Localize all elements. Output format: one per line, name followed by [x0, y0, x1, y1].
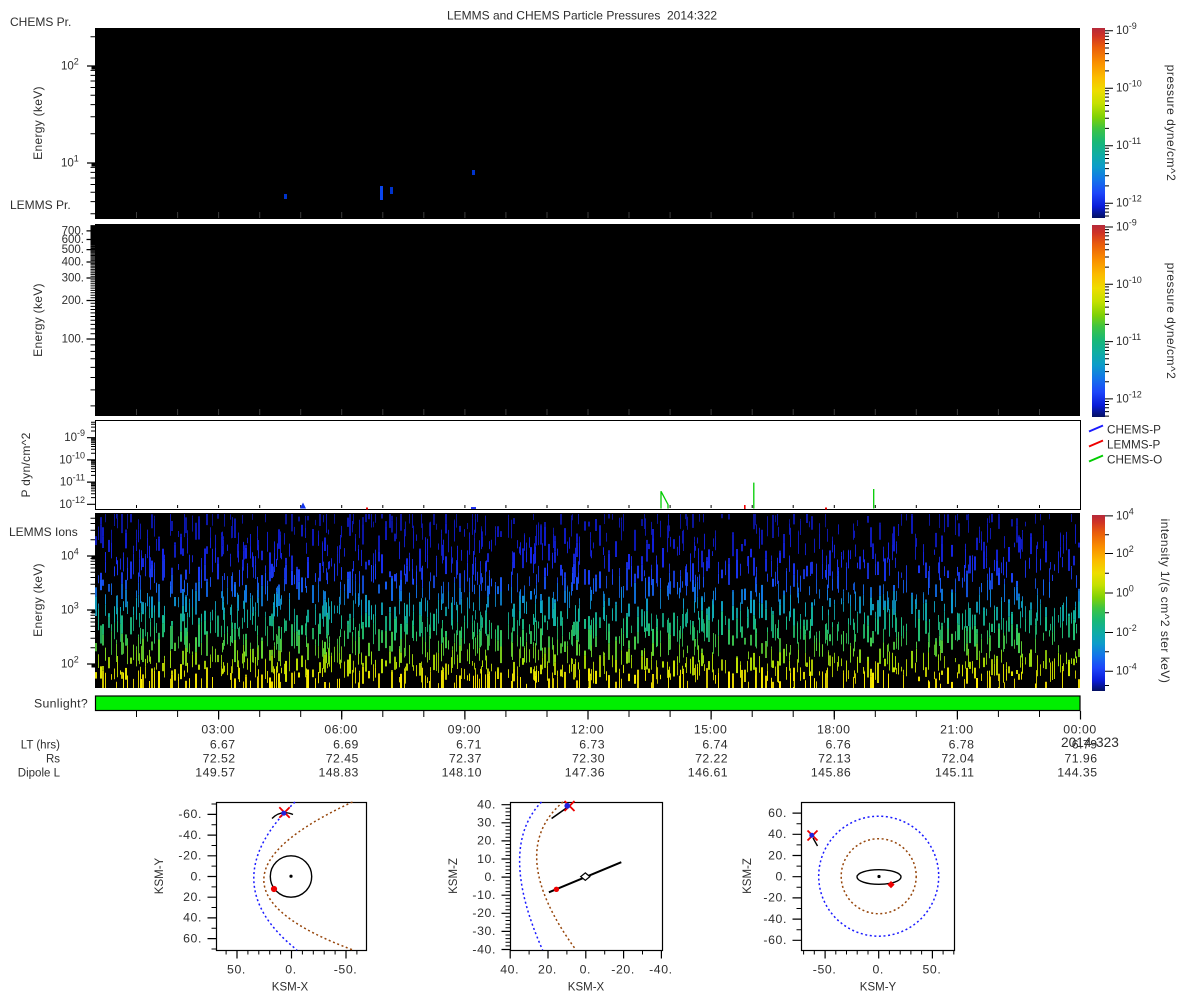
svg-text:72.30: 72.30	[572, 752, 605, 766]
svg-text:09:00: 09:00	[448, 723, 482, 737]
svg-text:-40.: -40.	[649, 963, 673, 977]
svg-text:60.: 60.	[183, 931, 202, 945]
svg-text:KSM-Z: KSM-Z	[448, 858, 460, 894]
svg-text:LEMMS Ions: LEMMS Ions	[9, 525, 78, 539]
svg-text:147.36: 147.36	[565, 766, 605, 780]
svg-text:0.: 0.	[872, 963, 883, 977]
svg-text:6.71: 6.71	[456, 738, 482, 752]
svg-text:-40.: -40.	[178, 828, 202, 842]
svg-text:6.78: 6.78	[949, 738, 975, 752]
svg-text:0.: 0.	[285, 963, 296, 977]
svg-text:20.: 20.	[183, 890, 202, 904]
svg-text:LEMMS-P: LEMMS-P	[1107, 439, 1160, 452]
svg-text:Energy (keV): Energy (keV)	[31, 563, 45, 637]
svg-text:60.: 60.	[768, 806, 787, 820]
svg-text:-40.: -40.	[472, 942, 496, 956]
svg-text:0.: 0.	[580, 963, 591, 977]
svg-text:CHEMS-O: CHEMS-O	[1107, 454, 1162, 467]
svg-text:Energy (keV): Energy (keV)	[31, 283, 45, 357]
svg-text:10.: 10.	[477, 852, 496, 866]
svg-text:-20.: -20.	[763, 891, 787, 905]
svg-text:148.83: 148.83	[318, 766, 358, 780]
svg-text:72.13: 72.13	[818, 752, 851, 766]
svg-text:-60.: -60.	[763, 933, 787, 947]
svg-text:20.: 20.	[768, 848, 787, 862]
svg-text:Rs: Rs	[46, 754, 60, 766]
svg-text:pressure dyne/cm^2: pressure dyne/cm^2	[1164, 263, 1178, 380]
svg-text:6.74: 6.74	[702, 738, 728, 752]
svg-text:Dipole L: Dipole L	[18, 768, 61, 780]
svg-text:KSM-Z: KSM-Z	[742, 858, 754, 894]
svg-text:-20.: -20.	[472, 906, 496, 920]
svg-text:-20.: -20.	[178, 849, 202, 863]
svg-text:72.37: 72.37	[449, 752, 482, 766]
svg-text:-10.: -10.	[472, 888, 496, 902]
svg-text:50.: 50.	[922, 963, 941, 977]
svg-text:-30.: -30.	[472, 924, 496, 938]
svg-text:40.: 40.	[500, 963, 519, 977]
svg-text:72.04: 72.04	[941, 752, 974, 766]
svg-text:72.52: 72.52	[203, 752, 236, 766]
svg-text:6.67: 6.67	[210, 738, 236, 752]
svg-text:72.45: 72.45	[326, 752, 359, 766]
svg-text:LEMMS and CHEMS Particle Press: LEMMS and CHEMS Particle Pressures 2014:…	[447, 9, 717, 23]
svg-text:Energy (keV): Energy (keV)	[31, 86, 45, 160]
svg-text:145.11: 145.11	[935, 766, 974, 780]
svg-text:2014-323: 2014-323	[1061, 735, 1119, 750]
svg-text:KSM-X: KSM-X	[568, 982, 605, 994]
svg-text:0.: 0.	[776, 870, 787, 884]
svg-text:700.: 700.	[62, 225, 84, 237]
svg-text:20.: 20.	[477, 834, 496, 848]
svg-text:149.57: 149.57	[195, 766, 235, 780]
svg-text:15:00: 15:00	[694, 723, 728, 737]
svg-text:CHEMS-P: CHEMS-P	[1107, 424, 1161, 437]
svg-text:40.: 40.	[183, 911, 202, 925]
svg-text:intensity 1/(s cm^2 ster keV): intensity 1/(s cm^2 ster keV)	[1158, 519, 1172, 684]
svg-text:71.96: 71.96	[1064, 752, 1097, 766]
svg-text:Sunlight?: Sunlight?	[34, 697, 88, 711]
svg-text:-20.: -20.	[611, 963, 635, 977]
svg-text:6.73: 6.73	[579, 738, 605, 752]
svg-text:200.: 200.	[62, 295, 84, 307]
svg-text:18:00: 18:00	[817, 723, 851, 737]
svg-text:30.: 30.	[477, 816, 496, 830]
svg-text:40.: 40.	[768, 827, 787, 841]
svg-text:148.10: 148.10	[442, 766, 482, 780]
svg-text:300.: 300.	[62, 273, 84, 285]
svg-text:0.: 0.	[485, 870, 496, 884]
svg-text:146.61: 146.61	[688, 766, 728, 780]
svg-text:6.76: 6.76	[825, 738, 851, 752]
svg-text:6.69: 6.69	[333, 738, 359, 752]
svg-text:KSM-Y: KSM-Y	[154, 857, 166, 894]
svg-text:CHEMS Pr.: CHEMS Pr.	[10, 15, 71, 29]
svg-text:72.22: 72.22	[695, 752, 728, 766]
svg-text:20.: 20.	[538, 963, 557, 977]
svg-text:400.: 400.	[62, 257, 84, 269]
svg-text:KSM-Y: KSM-Y	[860, 982, 897, 994]
svg-text:P dyn/cm^2: P dyn/cm^2	[19, 432, 33, 497]
svg-text:145.86: 145.86	[811, 766, 851, 780]
svg-text:100.: 100.	[62, 334, 84, 346]
svg-text:06:00: 06:00	[324, 723, 358, 737]
svg-text:40.: 40.	[477, 798, 496, 812]
svg-text:-60.: -60.	[178, 807, 202, 821]
svg-text:21:00: 21:00	[940, 723, 974, 737]
svg-text:12:00: 12:00	[571, 723, 605, 737]
svg-text:03:00: 03:00	[201, 723, 235, 737]
svg-text:144.35: 144.35	[1057, 766, 1097, 780]
svg-text:LEMMS Pr.: LEMMS Pr.	[10, 198, 71, 212]
svg-text:KSM-X: KSM-X	[272, 982, 309, 994]
svg-text:50.: 50.	[227, 963, 246, 977]
svg-text:pressure dyne/cm^2: pressure dyne/cm^2	[1164, 65, 1178, 182]
svg-text:LT (hrs): LT (hrs)	[21, 740, 60, 752]
svg-text:-40.: -40.	[763, 912, 787, 926]
svg-text:-50.: -50.	[334, 963, 358, 977]
svg-text:-50.: -50.	[813, 963, 837, 977]
svg-text:0.: 0.	[191, 869, 202, 883]
